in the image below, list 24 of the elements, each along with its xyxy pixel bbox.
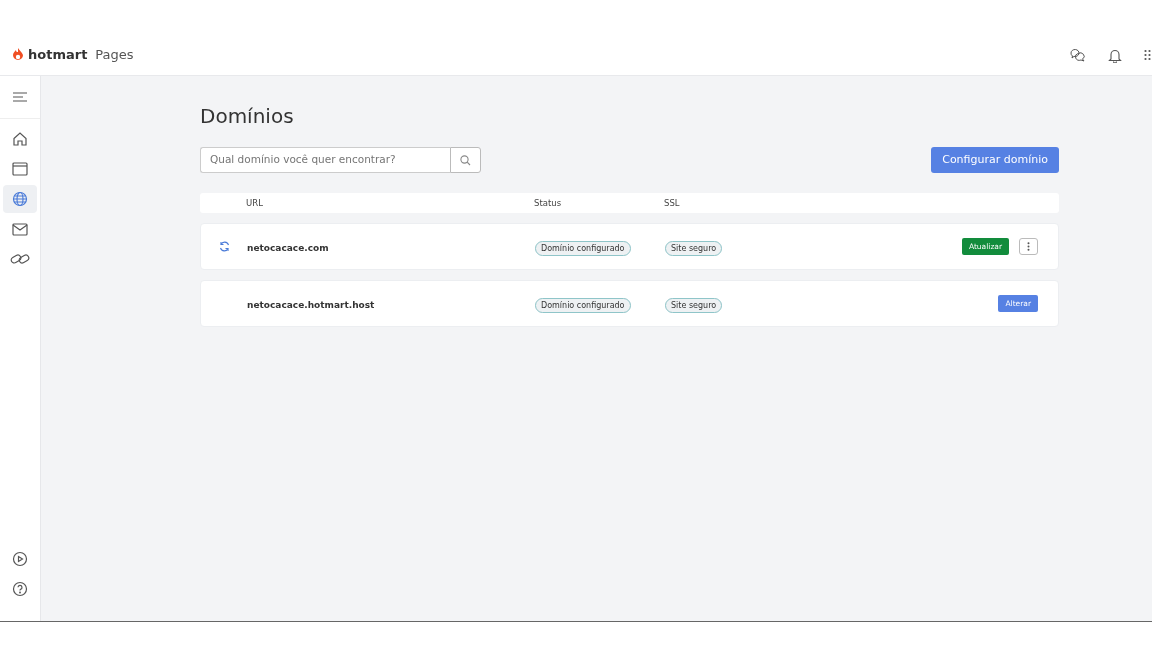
flame-logo-icon [12,48,24,62]
ssl-badge: Site seguro [665,297,723,313]
chat-icon[interactable] [1070,48,1086,62]
status-badge: Domínio configurado [535,240,631,256]
status-badge: Domínio configurado [535,297,631,313]
menu-icon[interactable] [12,91,28,103]
search-icon [460,154,471,166]
search-field[interactable]: Qual domínio você quer encontrar? [200,147,450,173]
column-header: Status [534,197,562,208]
column-header: URL [246,197,263,208]
ssl-badge: Site seguro [665,240,723,256]
globe-icon[interactable] [3,185,37,213]
bell-icon[interactable] [1108,47,1122,63]
apps-grid-icon[interactable] [1144,49,1152,61]
more-options-button[interactable] [1019,238,1038,255]
page-title: Domínios [200,104,295,128]
kebab-icon [1027,242,1030,251]
search-button[interactable] [450,147,481,173]
brand-name: hotmart [28,46,88,65]
column-header: SSL [664,197,680,208]
configure-domain-button[interactable]: Configurar domínio [931,147,1059,173]
domain-url: netocacace.com [247,242,329,253]
domain-url: netocacace.hotmart.host [247,299,375,310]
product-name: Pages [95,46,134,65]
